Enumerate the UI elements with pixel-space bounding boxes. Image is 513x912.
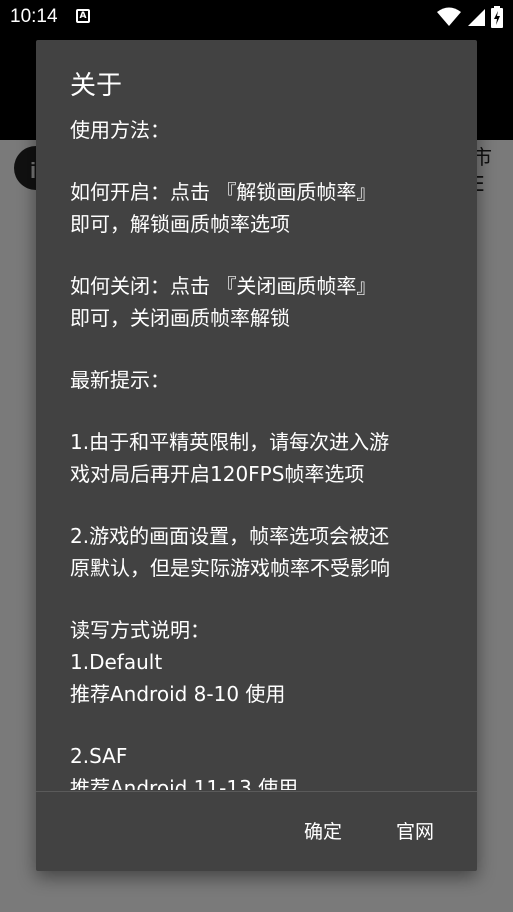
paragraph-rw-mode: 读写方式说明： 1.Default 推荐Android 8-10 使用 (70, 614, 450, 710)
paragraph-tips-heading: 最新提示： (70, 364, 450, 396)
paragraph-line: 使用方法： (70, 118, 170, 142)
paragraph-line: 1.Default (70, 650, 163, 674)
paragraph-line: 1.由于和平精英限制，请每次进入游 (70, 430, 390, 454)
paragraph-saf: 2.SAF 推荐Android 11-13 使用 (70, 740, 450, 790)
paragraph-disable: 如何关闭：点击 『关闭画质帧率』 即可，关闭画质帧率解锁 (70, 270, 450, 334)
dialog-title: 关于 (70, 71, 123, 101)
battery-icon (491, 6, 503, 28)
status-time: 10:14 (10, 6, 58, 27)
website-button[interactable]: 官网 (386, 812, 444, 852)
about-dialog: 关于 使用方法： 如何开启：点击 『解锁画质帧率』 即可，解锁画质帧率选项 如何… (36, 40, 477, 871)
notification-icon: A (76, 9, 90, 23)
wifi-icon (436, 7, 461, 26)
paragraph-line: 原默认，但是实际游戏帧率不受影响 (70, 556, 390, 580)
paragraph-tip-2: 2.游戏的画面设置，帧率选项会被还 原默认，但是实际游戏帧率不受影响 (70, 520, 450, 584)
paragraph-line: 即可，解锁画质帧率选项 (70, 212, 290, 236)
paragraph-line: 2.SAF (70, 744, 128, 768)
signal-icon (467, 9, 485, 26)
status-icons (436, 6, 503, 28)
paragraph-line: 推荐Android 11-13 使用 (70, 776, 299, 790)
paragraph-line: 如何关闭：点击 『关闭画质帧率』 (70, 274, 377, 298)
paragraph-line: 最新提示： (70, 368, 170, 392)
paragraph-line: 即可，关闭画质帧率解锁 (70, 306, 290, 330)
paragraph-line: 如何开启：点击 『解锁画质帧率』 (70, 180, 377, 204)
paragraph-tip-1: 1.由于和平精英限制，请每次进入游 戏对局后再开启120FPS帧率选项 (70, 426, 450, 490)
paragraph-line: 2.游戏的画面设置，帧率选项会被还 (70, 524, 390, 548)
paragraph-line: 戏对局后再开启120FPS帧率选项 (70, 462, 365, 486)
paragraph-line: 推荐Android 8-10 使用 (70, 682, 286, 706)
paragraph-line: 读写方式说明： (70, 618, 210, 642)
paragraph-enable: 如何开启：点击 『解锁画质帧率』 即可，解锁画质帧率选项 (70, 176, 450, 240)
status-bar: 10:14 A (0, 0, 513, 34)
paragraph-usage: 使用方法： (70, 114, 450, 146)
confirm-button[interactable]: 确定 (294, 812, 352, 852)
dialog-divider (36, 791, 477, 792)
dialog-body[interactable]: 使用方法： 如何开启：点击 『解锁画质帧率』 即可，解锁画质帧率选项 如何关闭：… (70, 114, 450, 790)
